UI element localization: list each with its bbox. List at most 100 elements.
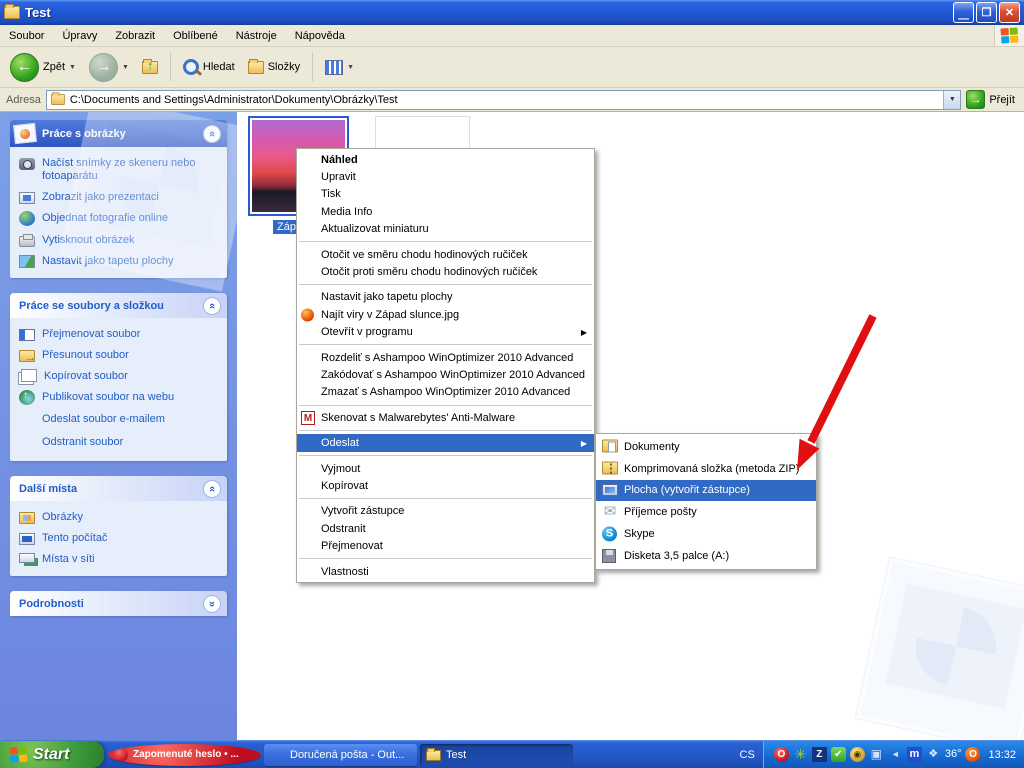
- forward-dropdown-icon[interactable]: ▼: [122, 64, 129, 71]
- context-menu-item[interactable]: Vyjmout ▶: [297, 460, 594, 477]
- context-menu-item[interactable]: Otočit ve směru chodu hodinových ručiček…: [297, 246, 594, 263]
- context-menu-item[interactable]: Kopírovat ▶: [297, 477, 594, 494]
- gold-badge-tray-icon[interactable]: ◉: [850, 747, 865, 762]
- address-combo[interactable]: C:\Documents and Settings\Administrator\…: [46, 90, 961, 110]
- context-menu-item[interactable]: Vlastnosti ▶: [297, 563, 594, 580]
- main-area: Práce s obrázky « Načíst snímky ze skene…: [0, 112, 1024, 740]
- menu-bar-item[interactable]: Zobrazit: [106, 27, 164, 45]
- submenu-arrow-icon: ▶: [581, 328, 587, 337]
- back-button[interactable]: ←Zpět▼: [6, 51, 80, 84]
- panel-other-places-body: Obrázky Tento počítač Místa v síti: [10, 501, 227, 576]
- context-menu-item[interactable]: Skenovat s Malwarebytes' Anti-Malware ▶: [297, 409, 594, 426]
- opera-tray-icon[interactable]: O: [774, 747, 789, 762]
- folders-button[interactable]: Složky: [244, 59, 304, 76]
- submenu-item[interactable]: Komprimovaná složka (metoda ZIP) ▶: [596, 458, 816, 480]
- context-menu-item[interactable]: Tisk ▶: [297, 186, 594, 203]
- pinwheel-tray-icon[interactable]: ✳: [793, 747, 808, 762]
- shield-check-tray-icon[interactable]: ✔: [831, 747, 846, 762]
- context-menu-item[interactable]: Zakódovať s Ashampoo WinOptimizer 2010 A…: [297, 366, 594, 383]
- menu-bar-item[interactable]: Nástroje: [227, 27, 286, 45]
- start-windows-logo-icon: [9, 746, 27, 762]
- sidebar-task-item[interactable]: Publikovat soubor na webu: [19, 390, 221, 405]
- expand-chevron-icon[interactable]: «: [203, 595, 221, 613]
- sidebar-place-item[interactable]: Tento počítač: [19, 531, 221, 545]
- context-menu-item[interactable]: Nastavit jako tapetu plochy ▶: [297, 289, 594, 306]
- submenu-item[interactable]: Disketa 3,5 palce (A:) ▶: [596, 545, 816, 567]
- sidebar-task-item[interactable]: Nastavit jako tapetu plochy: [19, 254, 221, 268]
- menu-separator: [299, 405, 592, 406]
- close-button[interactable]: ✕: [999, 2, 1020, 23]
- sidebar-task-icon: [19, 412, 35, 428]
- malwarebytes-tray-icon[interactable]: m: [907, 747, 922, 762]
- panel-title: Práce se soubory a složkou: [19, 300, 164, 312]
- sidebar-task-icon: [19, 435, 35, 451]
- taskbar-task-button[interactable]: Doručená pošta - Out...: [264, 744, 417, 766]
- context-menu-item[interactable]: Vytvořit zástupce ▶: [297, 503, 594, 520]
- zonealarm-tray-icon[interactable]: Z: [812, 747, 827, 762]
- restore-button[interactable]: ❐: [976, 2, 997, 23]
- context-menu-item[interactable]: Otočit proti směru chodu hodinových ruči…: [297, 263, 594, 280]
- folder-content: Západ slunce Náhled ▶ Upravit ▶: [237, 112, 1024, 740]
- panel-details-header[interactable]: Podrobnosti «: [10, 591, 227, 616]
- search-button[interactable]: Hledat: [179, 57, 239, 77]
- context-menu-item[interactable]: Přejmenovat ▶: [297, 537, 594, 554]
- language-indicator[interactable]: CS: [732, 747, 763, 763]
- context-menu-item[interactable]: Media Info ▶: [297, 203, 594, 220]
- eraser-tray-icon[interactable]: ❖: [926, 747, 941, 762]
- back-arrow-icon: ←: [10, 53, 39, 82]
- volume-tray-icon[interactable]: ◄: [888, 747, 903, 762]
- back-dropdown-icon[interactable]: ▼: [69, 64, 76, 71]
- taskbar-task-button[interactable]: Zapomenuté heslo • ...: [108, 744, 261, 766]
- sidebar-task-item[interactable]: Odstranit soubor: [19, 435, 221, 451]
- context-menu-item[interactable]: Odstranit ▶: [297, 520, 594, 537]
- views-dropdown-icon[interactable]: ▼: [347, 64, 354, 71]
- menu-bar-item[interactable]: Soubor: [0, 27, 53, 45]
- up-button[interactable]: [138, 59, 162, 76]
- context-menu-item[interactable]: Zmazať s Ashampoo WinOptimizer 2010 Adva…: [297, 384, 594, 401]
- sidebar-task-icon: [19, 329, 35, 341]
- panel-other-places-header[interactable]: Další místa «: [10, 476, 227, 501]
- displays-tray-icon[interactable]: ▣: [869, 747, 884, 762]
- collapse-chevron-icon[interactable]: «: [203, 297, 221, 315]
- sidebar-task-item[interactable]: Načíst snímky ze skeneru nebo fotoaparát…: [19, 156, 221, 183]
- address-folder-icon: [51, 94, 65, 105]
- temperature-readout[interactable]: 36°: [945, 747, 962, 762]
- submenu-item[interactable]: Příjemce pošty ▶: [596, 501, 816, 523]
- panel-file-tasks-header[interactable]: Práce se soubory a složkou «: [10, 293, 227, 318]
- sidebar-task-item[interactable]: Přejmenovat soubor: [19, 327, 221, 341]
- sidebar-task-item[interactable]: Přesunout soubor: [19, 348, 221, 362]
- context-menu-item[interactable]: Náhled ▶: [297, 151, 594, 168]
- menu-bar-item[interactable]: Oblíbené: [164, 27, 227, 45]
- context-menu-item[interactable]: Otevřít v programu ▶: [297, 324, 594, 341]
- collapse-chevron-icon[interactable]: «: [203, 125, 221, 143]
- menu-bar-item[interactable]: Úpravy: [53, 27, 106, 45]
- sidebar-task-item[interactable]: Odeslat soubor e-mailem: [19, 412, 221, 428]
- sidebar-task-item[interactable]: Kopírovat soubor: [19, 369, 221, 383]
- sidebar-place-item[interactable]: Obrázky: [19, 510, 221, 524]
- submenu-item[interactable]: Dokumenty ▶: [596, 436, 816, 458]
- sidebar-place-item[interactable]: Místa v síti: [19, 552, 221, 566]
- orange-ring-tray-icon[interactable]: O: [965, 747, 980, 762]
- minimize-button[interactable]: —: [953, 2, 974, 23]
- views-button[interactable]: ▼: [321, 58, 358, 77]
- sidebar-task-item[interactable]: Zobrazit jako prezentaci: [19, 190, 221, 204]
- forward-button[interactable]: →▼: [85, 51, 133, 84]
- menu-bar-item[interactable]: Nápověda: [286, 27, 354, 45]
- context-menu-item[interactable]: Najít viry v Západ slunce.jpg ▶: [297, 306, 594, 323]
- context-menu-item[interactable]: Upravit ▶: [297, 168, 594, 185]
- panel-picture-tasks-header[interactable]: Práce s obrázky «: [10, 120, 227, 147]
- collapse-chevron-icon[interactable]: «: [203, 480, 221, 498]
- panel-title: Další místa: [19, 483, 77, 495]
- go-button[interactable]: → Přejít: [966, 90, 1021, 109]
- context-menu-item[interactable]: Odeslat ▶: [297, 434, 594, 451]
- start-button[interactable]: Start: [0, 741, 104, 768]
- address-dropdown-button[interactable]: ▼: [943, 91, 960, 109]
- sidebar-task-item[interactable]: Objednat fotografie online: [19, 211, 221, 226]
- submenu-item[interactable]: Plocha (vytvořit zástupce) ▶: [596, 480, 816, 502]
- submenu-item[interactable]: Skype ▶: [596, 523, 816, 545]
- sidebar-task-item[interactable]: Vytisknout obrázek: [19, 233, 221, 247]
- context-menu-item[interactable]: Rozdeliť s Ashampoo WinOptimizer 2010 Ad…: [297, 349, 594, 366]
- sidebar-task-icon: [19, 192, 35, 204]
- taskbar-task-button[interactable]: Test: [420, 744, 573, 766]
- context-menu-item[interactable]: Aktualizovat miniaturu ▶: [297, 221, 594, 238]
